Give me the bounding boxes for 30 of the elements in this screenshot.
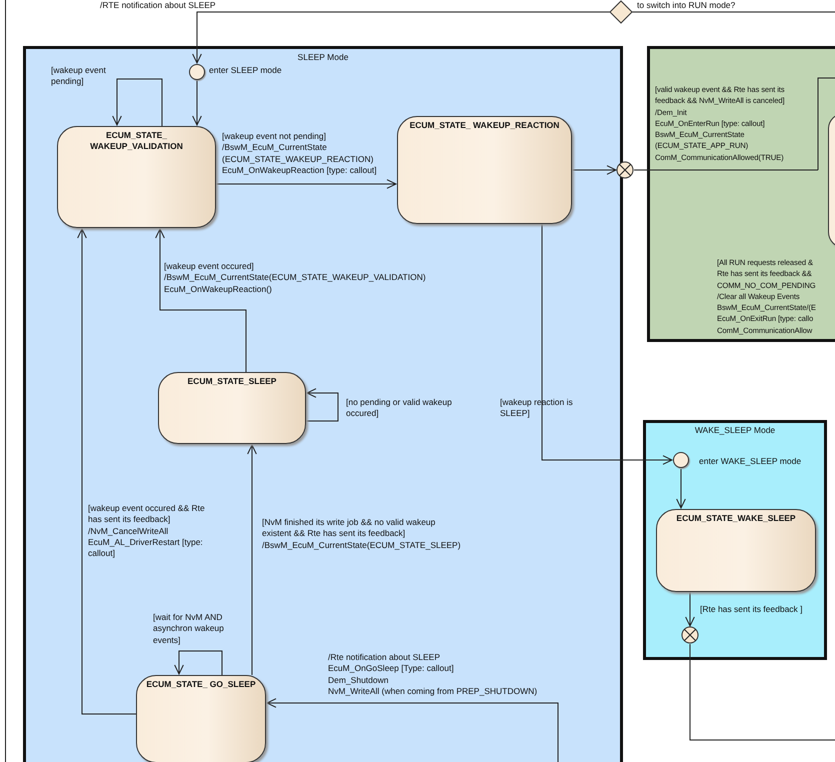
region-title: SLEEP Mode (296, 52, 350, 62)
transition-label: [wakeup event pending] (51, 65, 106, 88)
transition-label: [wakeup event not pending] /BswM_EcuM_CurrentState (ECUM_STATE_WAKEUP_REACTION) EcuM_OnWakeupReaction [type: callout] (222, 131, 377, 176)
transition-label: [wakeup event occured] /BswM_EcuM_CurrentState(ECUM_STATE_WAKEUP_VALIDATION) EcuM_OnWakeupReaction() (164, 261, 426, 295)
transition-arrow (192, 80, 202, 126)
state-title: ECUM_STATE_ GO_SLEEP (145, 679, 257, 690)
exit-point-icon (682, 626, 698, 644)
transition-label: /RTE notification about SLEEP (100, 0, 216, 12)
transition-label: [no pending or valid wakeup occured] (346, 397, 452, 420)
exit-point-icon (616, 162, 634, 178)
transition-arrow (685, 592, 695, 628)
transition-arrow (676, 468, 686, 510)
transition-label: [Rte has sent its feedback ] (700, 604, 803, 616)
entry-point-label: enter SLEEP mode (209, 65, 282, 76)
state-title: ECUM_STATE_ WAKEUP_REACTION (408, 120, 560, 132)
state-title: ECUM_STATE_ WAKEUP_VALIDATION (89, 130, 184, 152)
transition-label: [wakeup event occured && Rte has sent its feedback] /NvM_CancelWriteAll EcuM_AL_DriverRestart [type: callout] (88, 503, 205, 560)
transition-label: [wait for NvM AND asynchron wakeup events] (153, 612, 224, 646)
entry-point-label: enter WAKE_SLEEP mode (699, 456, 802, 468)
region-title: WAKE_SLEEP Mode (694, 425, 776, 435)
transition-arrow (112, 78, 162, 126)
state-title: ECUM_STATE_SLEEP (186, 376, 278, 388)
transition-label: /Rte notification about SLEEP EcuM_OnGoSleep [Type: callout] Dem_Shutdown NvM_WriteAll (when coming from PREP_SHUTDOWN) (328, 652, 538, 698)
decision-node (609, 0, 633, 24)
state-title: ECUM_STATE_WAKE_SLEEP (675, 513, 797, 524)
transition-arrow (306, 388, 338, 422)
transition-label: to switch into RUN mode? (637, 0, 736, 12)
transition-label: [NvM finished its write job && no valid wakeup existent && Rte has sent its feedback] /BswM_EcuM_CurrentState(ECUM_STATE_SLEEP) (262, 517, 461, 551)
transition-arrow (174, 650, 222, 676)
transition-arrow (572, 165, 618, 175)
